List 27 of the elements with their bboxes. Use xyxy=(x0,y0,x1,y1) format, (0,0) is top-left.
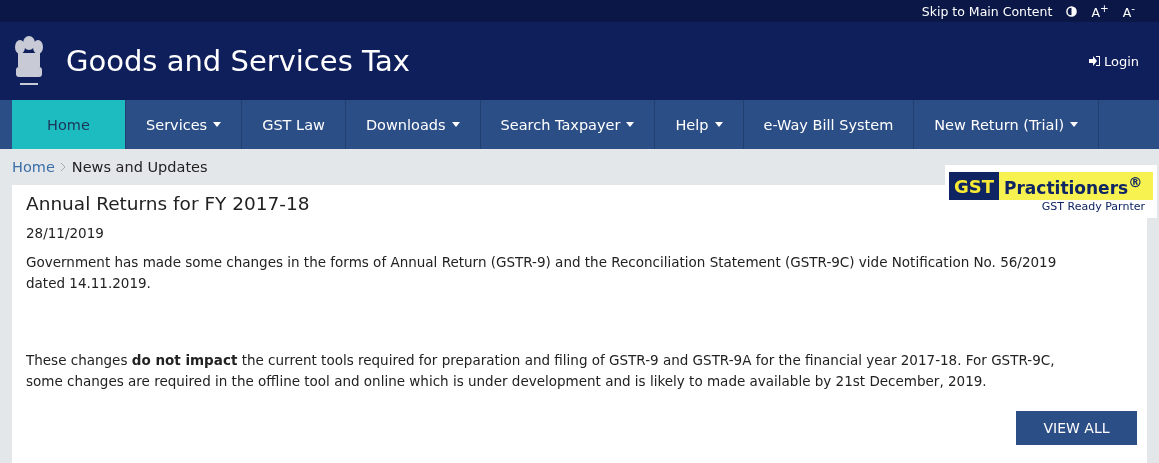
chevron-icon xyxy=(60,163,66,171)
article-paragraph: Government has made some changes in the forms of Annual Return (GSTR-9) and the Reconciliation Statement (GSTR-9C) vide Notification No. 56/2019 dated 14.11.2019. xyxy=(26,253,1058,293)
contrast-icon[interactable] xyxy=(1066,5,1078,17)
nav-item[interactable]: Downloads xyxy=(345,100,481,149)
nav-item[interactable]: GST Law xyxy=(242,100,346,149)
current-page-label: News and Updates xyxy=(71,159,208,175)
nav-item[interactable]: Help xyxy=(655,100,744,149)
font-increase-link[interactable]: A$^{+}$ xyxy=(1091,1,1109,21)
article-title: Annual Returns for FY 2017-18 xyxy=(26,193,310,214)
advert-tag: GST xyxy=(949,172,1000,200)
nav-item[interactable]: Home xyxy=(12,100,126,149)
breadcrumb-link[interactable]: Home xyxy=(12,159,55,175)
nav-item[interactable]: New Return (Trial) xyxy=(914,100,1100,149)
site-title: Goods and Services Tax xyxy=(66,44,411,78)
font-decrease-link[interactable]: A$^{-}$ xyxy=(1122,1,1135,21)
sign-in-icon xyxy=(1088,56,1100,66)
advert-tagline: GST Ready Parnter xyxy=(1040,200,1146,213)
nav-item[interactable]: Search Taxpayer xyxy=(480,100,656,149)
nav-item[interactable]: e-Way Bill System xyxy=(743,100,915,149)
view-all-button[interactable]: VIEW ALL xyxy=(1016,411,1137,445)
login-link[interactable]: Login xyxy=(1088,53,1139,69)
article-paragraph: These changes do not impact the current tools required for preparation and filing of GSTR-9 and GSTR-9A for the financial year 2017-18. For GSTR-9C, some changes are required in the offline tool and online which is under development and is likely to made available by 21st December, 2019. xyxy=(26,351,1056,391)
article-date: 28/11/2019 xyxy=(26,225,105,241)
nav-item[interactable]: Services xyxy=(126,100,243,149)
advert-banner[interactable]: GST Practitioners$^{®}$ GST Ready Parnter xyxy=(945,165,1157,218)
skip-link[interactable]: Skip to Main Content xyxy=(921,3,1053,19)
advert-brand: Practitioners$^{®}$ xyxy=(999,172,1153,200)
